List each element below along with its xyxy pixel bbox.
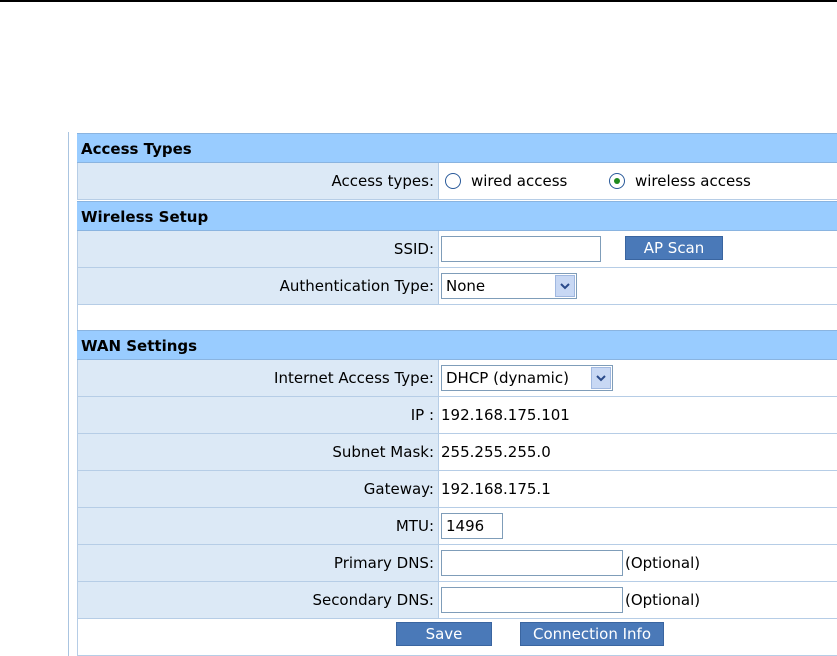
chevron-down-icon[interactable] bbox=[591, 367, 611, 389]
row-gateway: Gateway: 192.168.175.1 bbox=[77, 471, 837, 508]
gateway-label: Gateway: bbox=[363, 480, 434, 498]
secondary-dns-optional-note: (Optional) bbox=[625, 591, 701, 609]
save-button[interactable]: Save bbox=[396, 622, 492, 646]
primary-dns-optional-note: (Optional) bbox=[625, 554, 701, 572]
row-ssid: SSID: AP Scan bbox=[77, 231, 837, 268]
primary-dns-input[interactable] bbox=[441, 550, 623, 576]
internet-access-type-value: DHCP (dynamic) bbox=[446, 369, 569, 387]
row-mtu: MTU: bbox=[77, 508, 837, 545]
row-actions: Save Connection Info bbox=[77, 619, 837, 656]
ip-value: 192.168.175.101 bbox=[441, 406, 570, 424]
row-ip: IP : 192.168.175.101 bbox=[77, 397, 837, 434]
internet-access-type-select[interactable]: DHCP (dynamic) bbox=[441, 365, 613, 391]
internet-access-type-label: Internet Access Type: bbox=[274, 369, 434, 387]
subnet-mask-value: 255.255.255.0 bbox=[441, 443, 551, 461]
authentication-type-label: Authentication Type: bbox=[279, 277, 434, 295]
settings-panel: Access Types Access types: wired access … bbox=[68, 132, 837, 656]
mtu-label: MTU: bbox=[395, 517, 434, 535]
section-header-wireless-setup: Wireless Setup bbox=[77, 201, 837, 231]
ssid-label: SSID: bbox=[393, 240, 434, 258]
section-title: Wireless Setup bbox=[81, 208, 209, 226]
section-title: Access Types bbox=[81, 140, 192, 158]
row-primary-dns: Primary DNS: (Optional) bbox=[77, 545, 837, 582]
wired-access-label[interactable]: wired access bbox=[471, 172, 567, 190]
primary-dns-label: Primary DNS: bbox=[333, 554, 434, 572]
mtu-input[interactable] bbox=[441, 513, 503, 539]
section-title: WAN Settings bbox=[81, 337, 198, 355]
section-header-wan-settings: WAN Settings bbox=[77, 330, 837, 360]
row-authentication-type: Authentication Type: None bbox=[77, 268, 837, 305]
spacer-row bbox=[77, 305, 837, 330]
top-divider bbox=[0, 0, 837, 2]
ip-label: IP : bbox=[410, 406, 434, 424]
secondary-dns-input[interactable] bbox=[441, 587, 623, 613]
gateway-value: 192.168.175.1 bbox=[441, 480, 551, 498]
authentication-type-select[interactable]: None bbox=[441, 273, 577, 299]
wired-access-radio[interactable] bbox=[445, 173, 461, 189]
row-access-types: Access types: wired access wireless acce… bbox=[77, 163, 837, 200]
row-secondary-dns: Secondary DNS: (Optional) bbox=[77, 582, 837, 619]
access-types-label: Access types: bbox=[331, 172, 435, 190]
subnet-mask-label: Subnet Mask: bbox=[332, 443, 434, 461]
row-internet-access-type: Internet Access Type: DHCP (dynamic) bbox=[77, 360, 837, 397]
section-header-access-types: Access Types bbox=[77, 133, 837, 163]
ssid-input[interactable] bbox=[441, 236, 601, 262]
chevron-down-icon[interactable] bbox=[555, 275, 575, 297]
radio-selected-dot bbox=[614, 178, 620, 184]
wireless-access-label[interactable]: wireless access bbox=[635, 172, 751, 190]
connection-info-button[interactable]: Connection Info bbox=[520, 622, 664, 646]
ap-scan-button[interactable]: AP Scan bbox=[625, 236, 723, 260]
authentication-type-value: None bbox=[446, 277, 486, 295]
secondary-dns-label: Secondary DNS: bbox=[312, 591, 434, 609]
wireless-access-radio[interactable] bbox=[609, 173, 625, 189]
row-subnet-mask: Subnet Mask: 255.255.255.0 bbox=[77, 434, 837, 471]
